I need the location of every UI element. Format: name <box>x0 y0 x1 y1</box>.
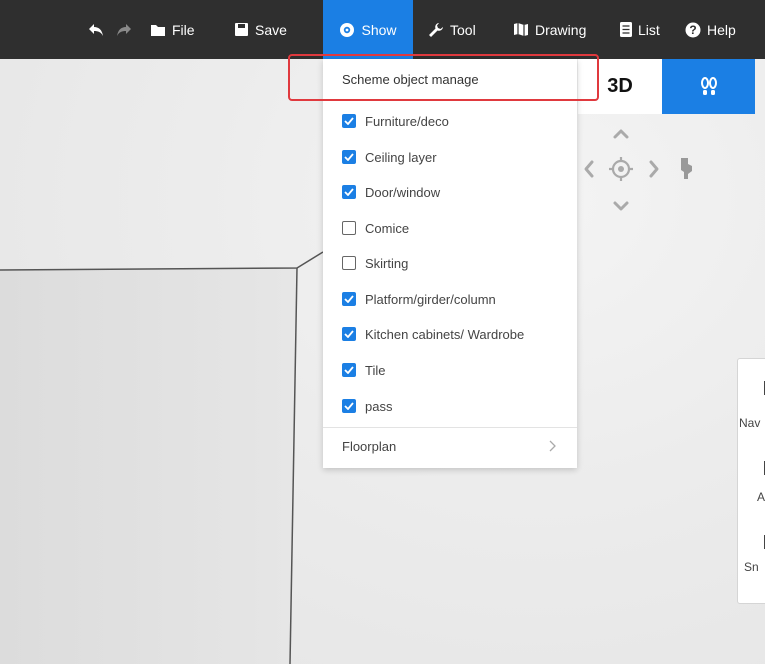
menu-item-label: pass <box>365 398 393 414</box>
menu-item-label: Door/window <box>365 184 441 200</box>
list-icon <box>620 22 632 37</box>
svg-text:?: ? <box>689 23 696 37</box>
redo-icon <box>117 23 131 36</box>
nav-down-icon[interactable] <box>613 201 629 211</box>
undo-button[interactable] <box>88 0 104 59</box>
footprints-icon <box>700 76 717 95</box>
checkbox-checked-icon[interactable] <box>342 150 356 164</box>
menu-item-platform-girder-column[interactable]: Platform/girder/column <box>342 287 496 311</box>
save-label: Save <box>255 21 287 38</box>
menu-item-label: Platform/girder/column <box>365 291 496 307</box>
help-label: Help <box>707 21 736 38</box>
menu-item-skirting[interactable]: Skirting <box>342 251 408 275</box>
menu-item-pass[interactable]: pass <box>342 394 392 418</box>
save-icon <box>235 23 248 36</box>
nav-right-icon[interactable] <box>649 160 659 178</box>
checkbox-checked-icon[interactable] <box>342 363 356 377</box>
help-menu-button[interactable]: ? Help <box>685 0 736 59</box>
menu-item-label: Kitchen cabinets/ Wardrobe <box>365 326 525 342</box>
side-label-snap[interactable]: Sn <box>744 560 759 574</box>
menu-item-label: Furniture/deco <box>365 113 449 129</box>
checkbox-unchecked-icon[interactable] <box>342 221 356 235</box>
view-3d-label: 3D <box>607 75 633 97</box>
show-dropdown-menu: Scheme object manage Furniture/deco Ceil… <box>323 59 577 468</box>
show-label: Show <box>361 21 397 38</box>
floorplan-submenu-item[interactable]: Floorplan <box>342 439 396 454</box>
nav-center-icon[interactable] <box>609 157 633 181</box>
walk-mode-button[interactable] <box>662 59 755 114</box>
menu-item-door-window[interactable]: Door/window <box>342 180 440 204</box>
redo-button[interactable] <box>116 0 132 59</box>
menu-item-label: Ceiling layer <box>365 149 437 165</box>
tool-menu-button[interactable]: Tool <box>428 0 476 59</box>
file-menu-button[interactable]: File <box>150 0 195 59</box>
side-label-nav[interactable]: Nav <box>739 416 760 430</box>
list-label: List <box>638 21 660 38</box>
checkbox-checked-icon[interactable] <box>342 399 356 413</box>
tool-label: Tool <box>450 21 476 38</box>
menu-item-label: Comice <box>365 220 410 236</box>
side-label-a[interactable]: A <box>757 490 765 504</box>
checkbox-checked-icon[interactable] <box>342 327 356 341</box>
menu-item-tile[interactable]: Tile <box>342 358 385 382</box>
undo-icon <box>89 23 103 36</box>
camera-nav-control <box>584 129 692 211</box>
folder-icon <box>151 24 165 36</box>
wrench-icon <box>429 22 443 37</box>
checkbox-checked-icon[interactable] <box>342 114 356 128</box>
menu-item-kitchen-cabinets-wardrobe[interactable]: Kitchen cabinets/ Wardrobe <box>342 322 524 346</box>
nav-up-icon[interactable] <box>613 129 629 139</box>
menu-item-label: Tile <box>365 362 386 378</box>
menu-item-comice[interactable]: Comice <box>342 216 409 240</box>
save-button[interactable]: Save <box>234 0 287 59</box>
eye-icon <box>340 22 355 37</box>
right-side-panel: Nav A Sn <box>737 358 765 604</box>
checkbox-unchecked-icon[interactable] <box>342 256 356 270</box>
nav-left-icon[interactable] <box>584 160 594 178</box>
checkbox-checked-icon[interactable] <box>342 185 356 199</box>
top-toolbar: File Save Show Tool Drawing List ? Help <box>0 0 765 59</box>
menu-item-furniture-deco[interactable]: Furniture/deco <box>342 109 449 133</box>
pan-hand-icon[interactable] <box>681 158 692 179</box>
show-menu-button[interactable]: Show <box>323 0 413 59</box>
drawing-menu-button[interactable]: Drawing <box>513 0 586 59</box>
checkbox-checked-icon[interactable] <box>342 292 356 306</box>
drawing-label: Drawing <box>535 21 587 38</box>
file-label: File <box>172 21 195 38</box>
menu-divider <box>323 427 577 428</box>
menu-item-label: Skirting <box>365 255 409 271</box>
list-menu-button[interactable]: List <box>620 0 660 59</box>
chevron-right-icon <box>549 440 556 452</box>
highlight-annotation <box>288 54 599 101</box>
menu-item-ceiling-layer[interactable]: Ceiling layer <box>342 145 437 169</box>
map-icon <box>514 23 528 36</box>
help-icon: ? <box>685 22 701 37</box>
